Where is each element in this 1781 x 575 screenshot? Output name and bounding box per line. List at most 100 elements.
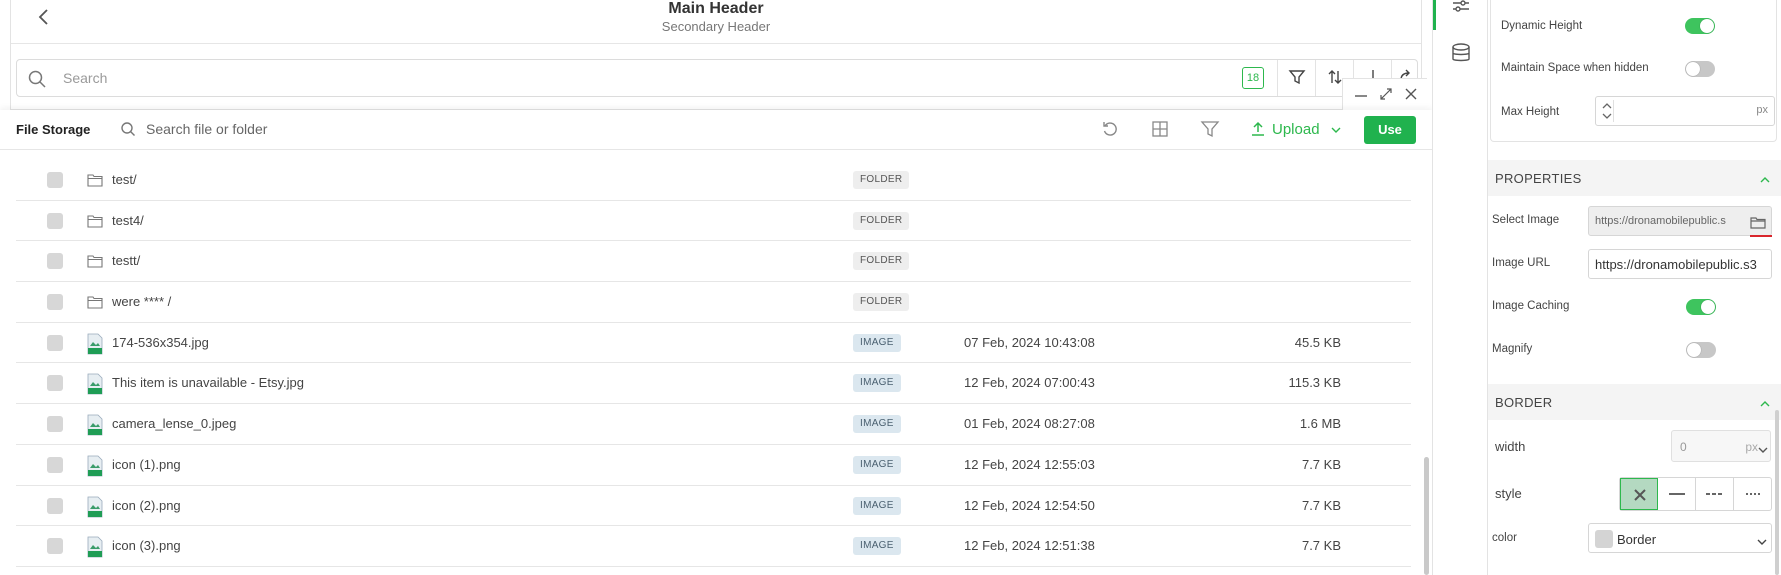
row-checkbox[interactable] xyxy=(47,456,63,473)
file-date: 12 Feb, 2024 12:51:38 xyxy=(964,538,1095,554)
style-none-option[interactable] xyxy=(1620,478,1658,510)
magnify-label: Magnify xyxy=(1492,343,1533,355)
app-header: Main Header Secondary Header xyxy=(11,0,1421,44)
filter-icon[interactable] xyxy=(1200,119,1220,139)
style-dashed-option[interactable] xyxy=(1696,478,1734,510)
image-url-field[interactable]: https://dronamobilepublic.s3 xyxy=(1588,249,1772,279)
file-row[interactable]: icon (1).png IMAGE 12 Feb, 2024 12:55:03 7.… xyxy=(16,445,1411,486)
image-caching-toggle[interactable] xyxy=(1686,299,1716,315)
file-row[interactable]: testt/FOLDER xyxy=(16,241,1411,283)
grid-view-icon[interactable] xyxy=(1150,119,1170,139)
max-height-stepper[interactable]: px xyxy=(1595,96,1775,126)
filter-button[interactable] xyxy=(1277,60,1315,96)
border-section-header[interactable]: BORDER xyxy=(1488,384,1781,420)
close-icon[interactable] xyxy=(1402,85,1420,103)
search-icon xyxy=(120,121,136,137)
file-name[interactable]: test/ xyxy=(112,172,137,187)
style-solid-option[interactable] xyxy=(1658,478,1696,510)
filter-icon xyxy=(1288,70,1306,85)
file-size: 45.5 KB xyxy=(1294,334,1341,350)
stepper-arrows-icon[interactable] xyxy=(1600,100,1614,122)
file-row[interactable]: camera_lense_0.jpeg IMAGE 01 Feb, 2024 08:… xyxy=(16,404,1411,445)
use-button[interactable]: Use xyxy=(1364,116,1416,144)
style-dotted-option[interactable] xyxy=(1734,478,1772,510)
scrollbar[interactable] xyxy=(1775,410,1779,575)
image-file-icon xyxy=(86,373,104,395)
row-checkbox[interactable] xyxy=(47,212,63,229)
properties-section-header[interactable]: PROPERTIES xyxy=(1488,160,1781,196)
scrollbar[interactable] xyxy=(1424,457,1429,575)
file-row[interactable]: 174-536x354.jpg IMAGE 07 Feb, 2024 10:43:0… xyxy=(16,323,1411,364)
file-name[interactable]: icon (3).png xyxy=(112,538,181,553)
refresh-icon[interactable] xyxy=(1100,119,1120,139)
file-name[interactable]: camera_lense_0.jpeg xyxy=(112,416,236,431)
chevron-up-icon xyxy=(1759,173,1771,185)
file-search-input[interactable]: Search file or folder xyxy=(146,121,267,137)
search-input[interactable]: Search xyxy=(63,70,107,86)
file-name[interactable]: This item is unavailable - Etsy.jpg xyxy=(112,375,304,390)
file-name[interactable]: were **** / xyxy=(112,294,171,309)
row-checkbox[interactable] xyxy=(47,538,63,555)
file-date: 01 Feb, 2024 08:27:08 xyxy=(964,416,1095,432)
app-preview: Main Header Secondary Header Search 18 F… xyxy=(0,0,1432,575)
image-file-icon xyxy=(86,455,104,477)
chevron-down-icon xyxy=(1330,123,1342,135)
file-size: 115.3 KB xyxy=(1288,375,1341,391)
database-icon[interactable] xyxy=(1449,41,1473,65)
file-type-tag: FOLDER xyxy=(853,293,910,312)
file-row[interactable]: test4/FOLDER xyxy=(16,201,1411,242)
file-row[interactable]: test/FOLDER xyxy=(16,160,1411,201)
file-name[interactable]: icon (1).png xyxy=(112,457,181,472)
color-swatch xyxy=(1595,530,1613,548)
maintain-space-label: Maintain Space when hidden xyxy=(1501,62,1649,74)
chevron-down-icon[interactable] xyxy=(1758,442,1768,453)
folder-icon xyxy=(86,211,104,231)
window-controls xyxy=(1342,78,1427,110)
file-name[interactable]: icon (2).png xyxy=(112,498,181,513)
file-row[interactable]: icon (2).png IMAGE 12 Feb, 2024 12:54:50 7.… xyxy=(16,486,1411,527)
file-row[interactable]: icon (3).png IMAGE 12 Feb, 2024 12:51:38 7.… xyxy=(16,526,1411,567)
border-color-select[interactable]: Border xyxy=(1588,523,1772,553)
image-caching-label: Image Caching xyxy=(1492,300,1570,312)
file-type-tag: IMAGE xyxy=(853,496,901,515)
result-count-badge: 18 xyxy=(1242,67,1264,89)
file-type-tag: IMAGE xyxy=(853,415,901,434)
file-date: 07 Feb, 2024 10:43:08 xyxy=(964,334,1095,350)
file-size: 7.7 KB xyxy=(1301,497,1341,513)
sliders-icon[interactable] xyxy=(1449,0,1473,20)
border-width-value: 0 xyxy=(1680,440,1687,454)
row-checkbox[interactable] xyxy=(47,253,63,270)
border-style-group xyxy=(1619,477,1772,511)
file-name[interactable]: test4/ xyxy=(112,213,144,228)
dashed-line-icon xyxy=(1706,493,1724,495)
row-checkbox[interactable] xyxy=(47,416,63,433)
select-image-field[interactable]: https://dronamobilepublic.s xyxy=(1588,206,1772,236)
file-row[interactable]: were **** / FOLDER xyxy=(16,282,1411,323)
file-row[interactable]: This item is unavailable - Etsy.jpg IMAGE… xyxy=(16,363,1411,405)
folder-icon xyxy=(86,170,104,190)
row-checkbox[interactable] xyxy=(47,375,63,392)
file-type-tag: FOLDER xyxy=(853,171,910,189)
border-width-input[interactable]: 0 px xyxy=(1671,430,1771,462)
chevron-down-icon xyxy=(1757,534,1767,545)
dynamic-height-toggle[interactable] xyxy=(1685,18,1715,34)
file-storage-panel: File Storage Search file or folder Uploa… xyxy=(0,110,1432,575)
row-checkbox[interactable] xyxy=(47,497,63,514)
file-type-tag: FOLDER xyxy=(853,252,910,271)
magnify-toggle[interactable] xyxy=(1686,342,1716,358)
row-checkbox[interactable] xyxy=(47,334,63,351)
upload-label: Upload xyxy=(1272,121,1320,138)
maintain-space-toggle[interactable] xyxy=(1685,61,1715,77)
dotted-line-icon xyxy=(1746,493,1761,495)
row-checkbox[interactable] xyxy=(47,294,63,311)
minimize-icon[interactable] xyxy=(1352,85,1370,103)
search-bar[interactable]: Search 18 xyxy=(16,59,1418,97)
folder-icon[interactable] xyxy=(1749,213,1767,231)
row-checkbox[interactable] xyxy=(47,172,63,188)
file-name[interactable]: 174-536x354.jpg xyxy=(112,335,209,350)
file-name[interactable]: testt/ xyxy=(112,253,140,268)
file-date: 12 Feb, 2024 12:55:03 xyxy=(964,456,1095,472)
expand-icon[interactable] xyxy=(1377,85,1395,103)
error-underline xyxy=(1750,235,1772,237)
folder-icon xyxy=(86,292,104,312)
